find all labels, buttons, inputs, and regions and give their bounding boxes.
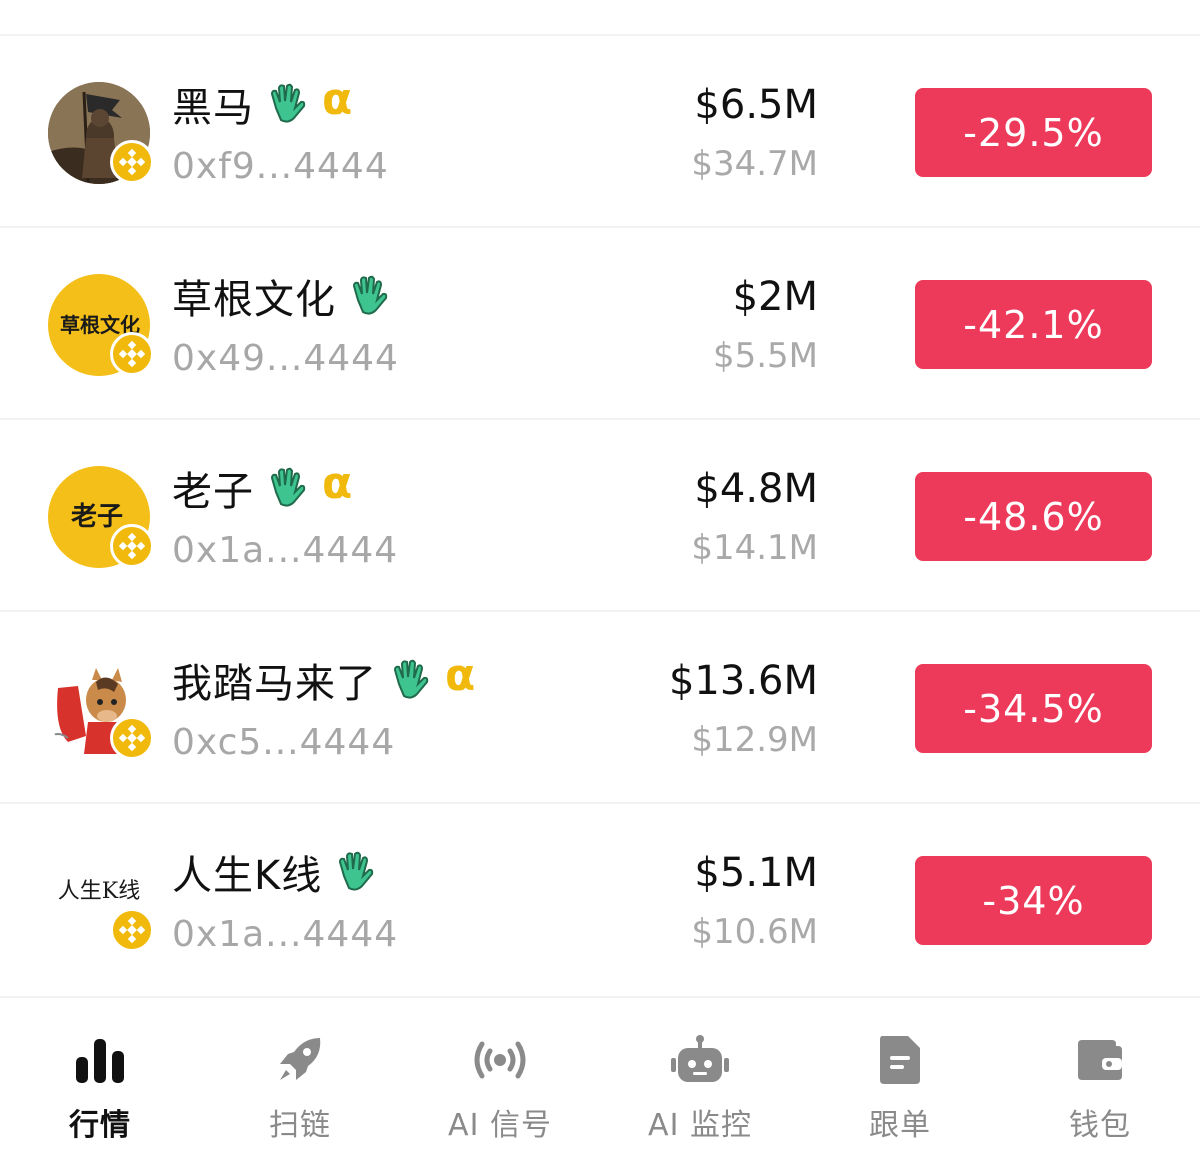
token-address: 0xc5...4444 xyxy=(172,722,396,763)
token-name: 黑马 xyxy=(172,85,254,131)
robot-icon xyxy=(668,1030,732,1090)
market-cap: $4.8M xyxy=(694,466,818,512)
chain-badge-icon xyxy=(110,908,154,952)
wallet-icon xyxy=(1068,1030,1132,1090)
token-row-caogen[interactable]: 草根文化 草根文化 0x49...4444 $2M $5.5M -42.1% xyxy=(0,228,1200,420)
token-name-line: 我踏马来了 α xyxy=(172,652,475,708)
token-name-line: 老子 α xyxy=(172,460,352,516)
token-name-line: 人生K线 xyxy=(172,844,376,900)
nav-item-ai-signal[interactable]: AI 信号 xyxy=(400,998,600,1152)
volume: $34.7M xyxy=(691,144,818,184)
nav-label: 跟单 xyxy=(869,1108,931,1143)
hand-wave-icon xyxy=(270,467,306,507)
avatar-text: 老子 xyxy=(70,502,123,532)
price-change-badge[interactable]: -34.5% xyxy=(915,664,1152,753)
nav-label: AI 监控 xyxy=(648,1108,752,1143)
market-cap: $13.6M xyxy=(668,658,818,704)
price-change-badge[interactable]: -42.1% xyxy=(915,280,1152,369)
nav-label: AI 信号 xyxy=(448,1108,552,1143)
token-avatar xyxy=(48,658,154,760)
token-avatar: 草根文化 xyxy=(48,274,154,376)
hand-wave-icon xyxy=(270,83,306,123)
token-name-line: 黑马 α xyxy=(172,76,352,132)
nav-item-scan[interactable]: 扫链 xyxy=(200,998,400,1152)
token-name: 人生K线 xyxy=(172,853,323,899)
token-row-rensheng-kline[interactable]: 人生K线 人生K线 0x1a...4444 $5.1M $10.6M -34% xyxy=(0,804,1200,996)
token-address: 0x1a...4444 xyxy=(172,530,399,571)
volume: $5.5M xyxy=(712,336,818,376)
nav-label: 行情 xyxy=(69,1108,131,1143)
token-name-line: 草根文化 xyxy=(172,268,390,324)
alpha-icon: α xyxy=(445,650,476,701)
token-row-heima[interactable]: 黑马 α 0xf9...4444 $6.5M $34.7M -29.5% xyxy=(0,36,1200,228)
token-avatar xyxy=(48,82,154,184)
token-address: 0x49...4444 xyxy=(172,338,399,379)
hand-wave-icon xyxy=(393,659,429,699)
alpha-icon: α xyxy=(322,458,353,509)
volume: $12.9M xyxy=(691,720,818,760)
token-row-laozi[interactable]: 老子 老子 α 0x1a...4444 $4.8M $14.1M -48.6% xyxy=(0,420,1200,612)
market-cap: $5.1M xyxy=(694,850,818,896)
token-list: 黑马 α 0xf9...4444 $6.5M $34.7M -29.5% 草根文… xyxy=(0,36,1200,996)
nav-item-copy-trade[interactable]: 跟单 xyxy=(800,998,1000,1152)
token-name: 老子 xyxy=(172,469,254,515)
nav-label: 扫链 xyxy=(269,1108,331,1143)
token-address: 0xf9...4444 xyxy=(172,146,389,187)
document-icon xyxy=(868,1030,932,1090)
market-cap: $2M xyxy=(732,274,818,320)
nav-item-market[interactable]: 行情 xyxy=(0,998,200,1152)
volume: $10.6M xyxy=(691,912,818,952)
nav-item-ai-monitor[interactable]: AI 监控 xyxy=(600,998,800,1152)
token-avatar: 老子 xyxy=(48,466,154,568)
volume: $14.1M xyxy=(691,528,818,568)
broadcast-icon xyxy=(468,1030,532,1090)
chain-badge-icon xyxy=(110,332,154,376)
token-row-wotama[interactable]: 我踏马来了 α 0xc5...4444 $13.6M $12.9M -34.5% xyxy=(0,612,1200,804)
price-change-badge[interactable]: -48.6% xyxy=(915,472,1152,561)
price-change-badge[interactable]: -29.5% xyxy=(915,88,1152,177)
hand-wave-icon xyxy=(352,275,388,315)
rocket-icon xyxy=(268,1030,332,1090)
bottom-nav: 行情 扫链 AI 信号 AI 监控 跟单 钱包 xyxy=(0,996,1200,1152)
chain-badge-icon xyxy=(110,140,154,184)
avatar-text: 人生K线 xyxy=(57,879,141,904)
alpha-icon: α xyxy=(322,74,353,125)
token-name: 草根文化 xyxy=(172,277,336,323)
token-avatar: 人生K线 xyxy=(48,850,154,952)
token-address: 0x1a...4444 xyxy=(172,914,399,955)
price-change-badge[interactable]: -34% xyxy=(915,856,1152,945)
chain-badge-icon xyxy=(110,524,154,568)
chain-badge-icon xyxy=(110,716,154,760)
nav-item-wallet[interactable]: 钱包 xyxy=(1000,998,1200,1152)
nav-label: 钱包 xyxy=(1069,1108,1131,1143)
token-name: 我踏马来了 xyxy=(172,661,377,707)
market-cap: $6.5M xyxy=(694,82,818,128)
bar-chart-icon xyxy=(68,1030,132,1090)
hand-wave-icon xyxy=(339,851,374,891)
